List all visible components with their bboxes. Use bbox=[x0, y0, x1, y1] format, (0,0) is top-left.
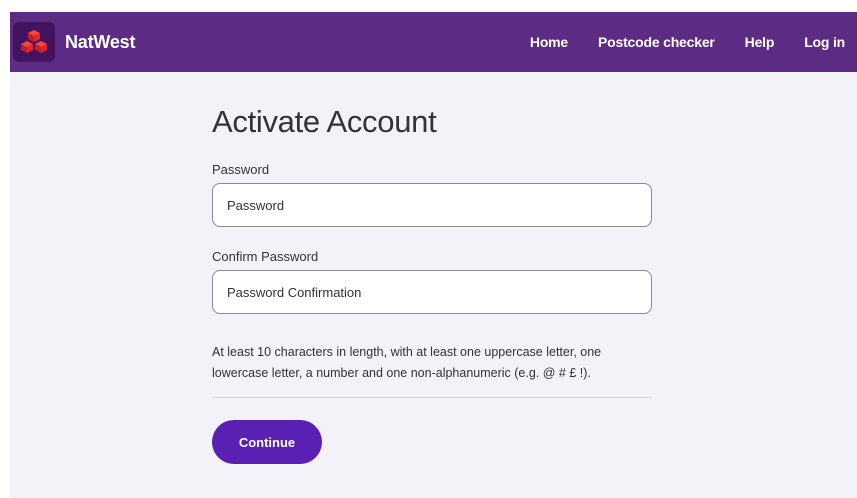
password-requirements-hint: At least 10 characters in length, with a… bbox=[212, 342, 662, 384]
form-divider bbox=[212, 397, 652, 398]
hint-line-2: lowercase letter, a number and one non-a… bbox=[212, 366, 591, 380]
nav-links: Home Postcode checker Help Log in bbox=[500, 12, 845, 72]
nav-postcode-checker-link[interactable]: Postcode checker bbox=[598, 34, 715, 50]
confirm-password-label: Confirm Password bbox=[212, 249, 319, 264]
brand[interactable]: NatWest bbox=[10, 12, 135, 72]
natwest-logo-icon bbox=[13, 22, 55, 62]
page-title: Activate Account bbox=[212, 104, 437, 139]
brand-name: NatWest bbox=[65, 31, 136, 52]
confirm-password-input[interactable] bbox=[212, 270, 652, 314]
logo-cubes-icon bbox=[21, 30, 47, 53]
password-input[interactable] bbox=[212, 183, 652, 227]
nav-login-link[interactable]: Log in bbox=[804, 34, 845, 50]
hint-line-1: At least 10 characters in length, with a… bbox=[212, 345, 602, 359]
top-navbar: NatWest Home Postcode checker Help Log i… bbox=[10, 12, 857, 72]
continue-button[interactable]: Continue bbox=[212, 420, 322, 464]
password-label: Password bbox=[212, 162, 270, 177]
app-frame: NatWest Home Postcode checker Help Log i… bbox=[10, 12, 857, 498]
nav-home-link[interactable]: Home bbox=[530, 34, 568, 50]
nav-help-link[interactable]: Help bbox=[745, 34, 775, 50]
